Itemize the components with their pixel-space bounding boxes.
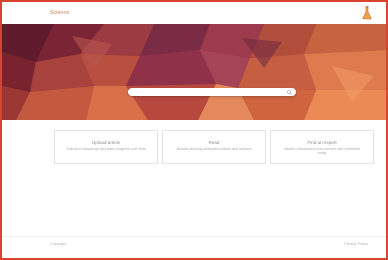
footer-right-link[interactable]: Privacy Policy [344,242,368,246]
footer-left-link[interactable]: Copyright [50,242,66,246]
find-expert-card[interactable]: Find an expert Search researchers and co… [270,130,374,164]
flask-icon[interactable] [362,6,372,20]
read-card[interactable]: Read Browse recently published articles … [162,130,266,164]
top-bar: Science [2,2,386,24]
browser-frame: Science Upload article Submit a manuscri… [0,0,388,260]
card-title: Upload article [91,140,121,145]
hero-banner [2,24,386,120]
search-input[interactable] [128,88,286,96]
card-description: Search researchers and connect with revi… [284,147,360,156]
search-icon[interactable] [287,89,292,95]
polygon-background [2,24,386,120]
card-title: Read [208,140,220,145]
card-description: Browse recently published articles and r… [176,147,252,151]
footer-divider [2,236,386,237]
upload-article-card[interactable]: Upload article Submit a manuscript and t… [54,130,158,164]
card-title: Find an expert [307,140,337,145]
card-description: Submit a manuscript and track progress o… [66,147,146,151]
search-bar[interactable] [128,88,296,96]
brand-logo-text[interactable]: Science [50,10,69,16]
